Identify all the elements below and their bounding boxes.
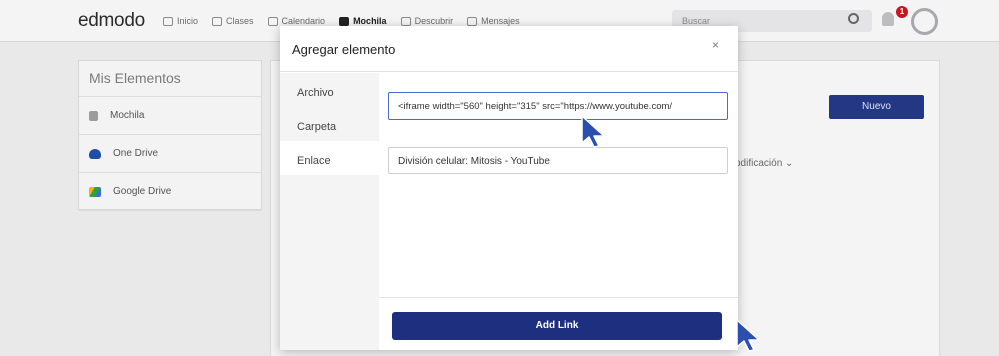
- add-link-button[interactable]: Add Link: [392, 312, 722, 340]
- sort-dropdown[interactable]: odificación ⌄: [735, 158, 793, 169]
- discover-icon: [400, 16, 411, 26]
- close-icon[interactable]: ×: [712, 38, 719, 52]
- backpack-icon: [89, 110, 98, 121]
- sidebar-item-onedrive[interactable]: One Drive: [79, 135, 261, 173]
- tab-archivo[interactable]: Archivo: [280, 73, 379, 107]
- pointer-cursor-icon: [581, 115, 605, 148]
- messages-icon: [467, 16, 478, 26]
- backpack-icon: [339, 16, 350, 26]
- edmodo-logo[interactable]: edmodo: [78, 10, 145, 32]
- nav-clases[interactable]: Clases: [212, 16, 254, 26]
- google-drive-icon: [89, 186, 101, 197]
- nav-inicio[interactable]: Inicio: [163, 16, 198, 26]
- onedrive-icon: [89, 148, 101, 159]
- avatar[interactable]: [911, 8, 938, 35]
- footer-divider: [379, 297, 738, 298]
- sidebar-item-label: Mochila: [110, 110, 145, 121]
- modal-header: Agregar elemento ×: [280, 26, 738, 72]
- sidebar-item-mochila[interactable]: Mochila: [79, 97, 261, 135]
- url-input[interactable]: <iframe width="560" height="315" src="ht…: [388, 92, 728, 120]
- nav-mochila[interactable]: Mochila: [339, 16, 387, 26]
- add-element-modal: Agregar elemento × Archivo Carpeta Enlac…: [280, 26, 738, 350]
- sidebar-item-label: One Drive: [113, 148, 159, 159]
- nav-descubrir[interactable]: Descubrir: [400, 16, 453, 26]
- sidebar: Mis Elementos Mochila One Drive Google D…: [78, 60, 262, 211]
- sidebar-item-label: Google Drive: [113, 186, 172, 197]
- notifications-icon[interactable]: [882, 12, 894, 26]
- home-icon: [163, 16, 173, 26]
- sidebar-title: Mis Elementos: [79, 61, 261, 97]
- main-nav: Inicio Clases Calendario Mochila Descubr…: [163, 16, 520, 26]
- link-title-input[interactable]: División celular: Mitosis - YouTube: [388, 147, 728, 174]
- classes-icon: [212, 16, 223, 26]
- nav-calendario[interactable]: Calendario: [267, 16, 325, 26]
- tab-carpeta[interactable]: Carpeta: [280, 107, 379, 141]
- new-button[interactable]: Nuevo: [829, 95, 924, 119]
- tab-enlace[interactable]: Enlace: [280, 141, 379, 175]
- modal-title: Agregar elemento: [292, 42, 396, 57]
- nav-mensajes[interactable]: Mensajes: [467, 16, 520, 26]
- pointer-cursor-icon: [736, 319, 760, 352]
- search-icon[interactable]: [848, 13, 859, 24]
- calendar-icon: [267, 16, 278, 26]
- sidebar-item-google-drive[interactable]: Google Drive: [79, 173, 261, 211]
- notification-badge: 1: [896, 6, 908, 18]
- modal-tab-list: Archivo Carpeta Enlace: [280, 73, 379, 350]
